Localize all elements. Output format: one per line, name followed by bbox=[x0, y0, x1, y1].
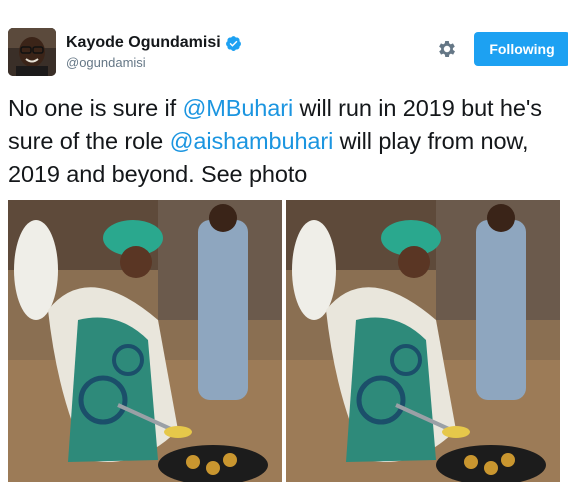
tweet-text: No one is sure if @MBuhari will run in 2… bbox=[8, 92, 564, 191]
user-handle[interactable]: @ogundamisi bbox=[66, 55, 242, 70]
display-name-row[interactable]: Kayode Ogundamisi bbox=[66, 34, 242, 52]
verified-badge-icon bbox=[225, 35, 242, 52]
tweet-photo-1[interactable] bbox=[8, 200, 282, 482]
media-grid bbox=[8, 200, 560, 482]
tweet-header: Kayode Ogundamisi @ogundamisi Following bbox=[8, 28, 568, 80]
tweet-photo-2[interactable] bbox=[286, 200, 560, 482]
following-button[interactable]: Following bbox=[474, 32, 568, 66]
mention-link-mbuhari[interactable]: @MBuhari bbox=[183, 95, 294, 121]
mention-link-aishambuhari[interactable]: @aishambuhari bbox=[170, 128, 334, 154]
avatar[interactable] bbox=[8, 28, 56, 76]
gear-icon[interactable] bbox=[436, 38, 458, 60]
user-names: Kayode Ogundamisi @ogundamisi bbox=[66, 34, 242, 70]
display-name[interactable]: Kayode Ogundamisi bbox=[66, 34, 221, 52]
tweet-text-segment: No one is sure if bbox=[8, 95, 183, 121]
